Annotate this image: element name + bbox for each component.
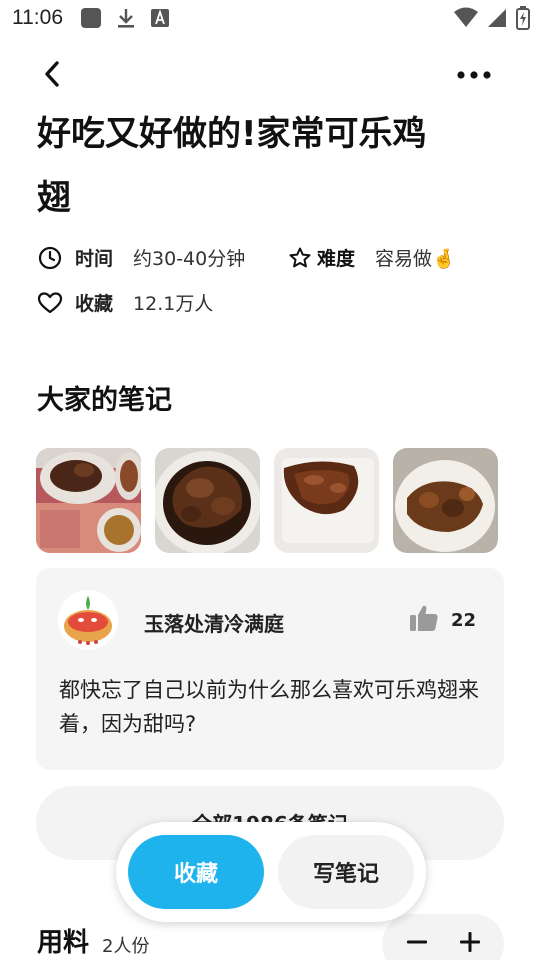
more-button[interactable] (454, 60, 494, 88)
note-photos (36, 448, 498, 553)
note-text: 都快忘了自己以前为什么那么喜欢可乐鸡翅来着，因为甜吗? (59, 678, 479, 736)
difficulty-value: 容易做🤞 (375, 248, 456, 270)
battery-charging-icon (516, 6, 530, 34)
chevron-left-icon (41, 60, 63, 92)
write-note-button[interactable]: 写笔记 (278, 835, 414, 909)
collect-row: 收藏 12.1万人 (37, 289, 213, 316)
author-name[interactable]: 玉落处清冷满庭 (144, 608, 284, 637)
time-row: 时间 约30-40分钟 (37, 244, 245, 271)
more-horizontal-icon (457, 65, 491, 84)
servings-value: 2人份 (102, 936, 150, 957)
time-label: 时间 (75, 248, 114, 270)
difficulty-label: 难度 (317, 248, 356, 270)
plus-icon[interactable] (459, 931, 481, 957)
note-photo-3[interactable] (274, 448, 379, 553)
font-a-icon (150, 8, 170, 32)
top-nav (0, 52, 540, 96)
notes-section-title: 大家的笔记 (37, 385, 172, 416)
signal-icon (486, 7, 508, 33)
status-right-icons (454, 6, 530, 34)
note-card[interactable]: 玉落处清冷满庭 22 都快忘了自己以前为什么那么喜欢可乐鸡翅来着，因为甜吗? (36, 568, 504, 770)
ingredients-title: 用料 (37, 928, 90, 958)
collect-value: 12.1万人 (133, 293, 214, 315)
wifi-icon (454, 7, 478, 33)
heart-icon (37, 290, 63, 316)
download-icon (116, 7, 136, 33)
floating-action-bar: 收藏 写笔记 (116, 822, 426, 922)
collect-button[interactable]: 收藏 (128, 835, 264, 909)
like-count: 22 (450, 609, 476, 631)
minus-icon[interactable] (406, 931, 428, 957)
status-time: 11:06 (12, 6, 63, 29)
star-icon (287, 245, 313, 271)
thumbs-up-icon (409, 604, 439, 636)
recipe-title: 好吃又好做的!家常可乐鸡翅 (37, 114, 427, 218)
avatar[interactable] (58, 590, 118, 650)
note-photo-1[interactable] (36, 448, 141, 553)
status-left-icons (80, 7, 170, 33)
square-app-icon (80, 7, 102, 33)
note-photo-4[interactable] (393, 448, 498, 553)
back-button[interactable] (34, 58, 70, 94)
like-button[interactable]: 22 (409, 604, 476, 636)
status-bar: 11:06 (0, 0, 540, 36)
time-value: 约30-40分钟 (133, 248, 246, 270)
collect-label: 收藏 (75, 293, 114, 315)
note-photo-2[interactable] (155, 448, 260, 553)
servings-stepper (382, 914, 504, 960)
clock-icon (37, 245, 63, 271)
difficulty-row: 难度 容易做🤞 (287, 244, 456, 271)
